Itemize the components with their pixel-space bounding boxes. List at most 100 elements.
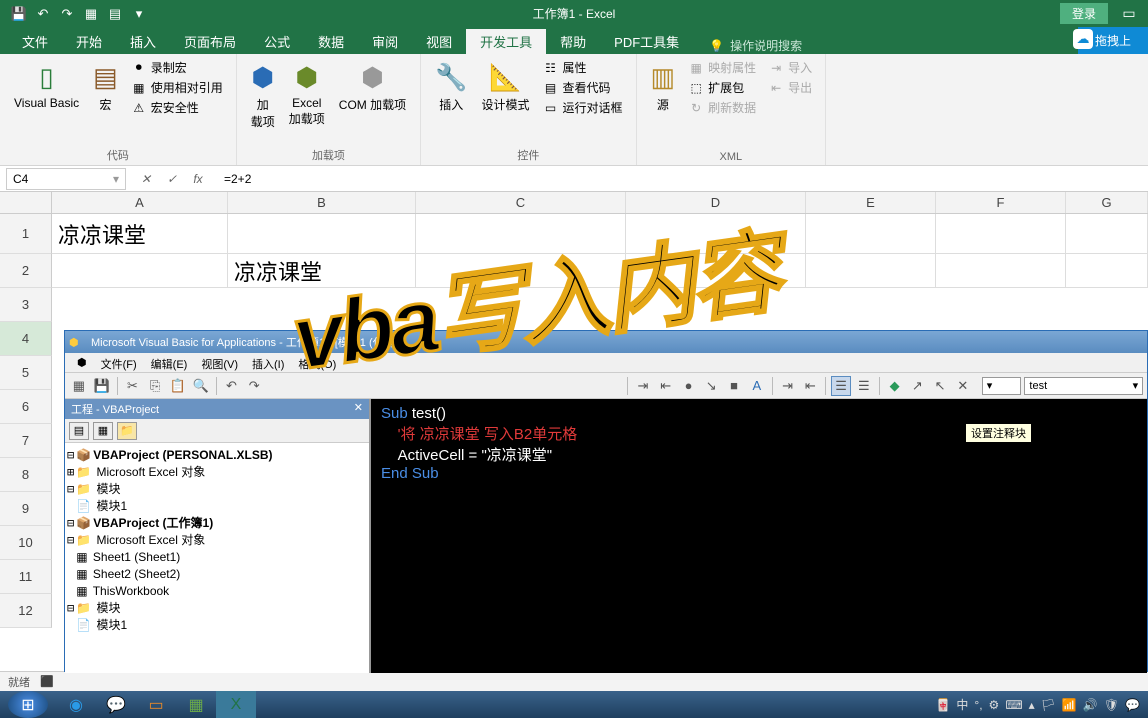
fx-icon[interactable]: fx [188, 172, 208, 186]
tab-formulas[interactable]: 公式 [250, 29, 304, 54]
properties-button[interactable]: ☷属性 [540, 58, 626, 77]
cell-G2[interactable] [1066, 254, 1148, 288]
tab-file[interactable]: 文件 [8, 29, 62, 54]
row-header-1[interactable]: 1 [0, 214, 52, 254]
vba-indent2-icon[interactable]: ⇥ [778, 376, 798, 396]
export-button[interactable]: ⇤导出 [765, 78, 815, 97]
tray-keyboard-icon[interactable]: ⌨ [1005, 696, 1022, 713]
vba-cut-icon[interactable]: ✂ [123, 376, 143, 396]
row-header-6[interactable]: 6 [0, 390, 52, 424]
vba-paste-icon[interactable]: 📋 [168, 376, 188, 396]
tab-insert[interactable]: 插入 [116, 29, 170, 54]
login-button[interactable]: 登录 [1060, 3, 1108, 24]
vba-step-icon[interactable]: ↘ [701, 376, 721, 396]
tray-icon-1[interactable]: 🀄 [935, 696, 950, 713]
visual-basic-button[interactable]: ▯ Visual Basic [10, 58, 83, 114]
tree-node[interactable]: 📄 模块1 [67, 617, 367, 634]
cell-E1[interactable] [806, 214, 936, 254]
cell-A2[interactable] [52, 254, 228, 288]
macro-security-button[interactable]: ⚠宏安全性 [128, 98, 226, 117]
row-header-2[interactable]: 2 [0, 254, 52, 288]
tab-layout[interactable]: 页面布局 [170, 29, 250, 54]
record-macro-button[interactable]: ⏺录制宏 [128, 58, 226, 77]
cell-F1[interactable] [936, 214, 1066, 254]
col-header-C[interactable]: C [416, 192, 626, 213]
vba-outdent-icon[interactable]: ⇤ [656, 376, 676, 396]
ribbon-options-icon[interactable]: ▭ [1114, 3, 1144, 25]
tray-ime-icon[interactable]: 中 [956, 696, 968, 713]
relative-ref-button[interactable]: ▦使用相对引用 [128, 78, 226, 97]
tree-node[interactable]: ⊟ 📁 模块 [67, 600, 367, 617]
cloud-icon[interactable]: ☁ [1073, 29, 1093, 49]
vba-bookmark-icon[interactable]: ◆ [885, 376, 905, 396]
vba-break-icon[interactable]: ● [679, 376, 699, 396]
tray-vol-icon[interactable]: 🔊 [1083, 696, 1098, 713]
tray-net-icon[interactable]: 📶 [1062, 696, 1077, 713]
row-header-7[interactable]: 7 [0, 424, 52, 458]
proj-view-code-icon[interactable]: ▤ [69, 422, 89, 440]
tray-shield-icon[interactable]: 🛡 [1104, 696, 1119, 713]
taskbar-app-2[interactable]: 💬 [96, 691, 136, 718]
vba-prev-bm-icon[interactable]: ↖ [930, 376, 950, 396]
cancel-formula-icon[interactable]: ✕ [136, 172, 156, 186]
vba-copy-icon[interactable]: ⎘ [145, 376, 165, 396]
vba-submenu-icon[interactable]: ⬢ [71, 355, 93, 370]
col-header-E[interactable]: E [806, 192, 936, 213]
vba-find-icon[interactable]: 🔍 [191, 376, 211, 396]
redo-icon[interactable]: ↷ [56, 3, 78, 25]
cell-A1[interactable]: 凉凉课堂 [52, 214, 228, 254]
vba-redo-icon[interactable]: ↷ [244, 376, 264, 396]
cell-D2[interactable] [626, 254, 806, 288]
run-dialog-button[interactable]: ▭运行对话框 [540, 98, 626, 117]
import-button[interactable]: ⇥导入 [765, 58, 815, 77]
row-header-4[interactable]: 4 [0, 322, 52, 356]
tree-node[interactable]: ▦ Sheet1 (Sheet1) [67, 549, 367, 566]
taskbar-app-3[interactable]: ▭ [136, 691, 176, 718]
vba-procedure-combo[interactable]: test▾ [1024, 377, 1143, 395]
formula-input[interactable] [218, 168, 1148, 190]
tree-node[interactable]: 📄 模块1 [67, 498, 367, 515]
row-header-3[interactable]: 3 [0, 288, 52, 322]
expand-button[interactable]: ⬚扩展包 [685, 78, 759, 97]
tab-developer[interactable]: 开发工具 [466, 29, 546, 54]
tell-me-search[interactable]: 💡 操作说明搜索 [693, 37, 802, 54]
taskbar-app-1[interactable]: ◉ [56, 691, 96, 718]
project-tree[interactable]: ⊟ 📦 VBAProject (PERSONAL.XLSB) ⊞ 📁 Micro… [65, 443, 369, 673]
macros-button[interactable]: ▤ 宏 [89, 58, 122, 117]
col-header-F[interactable]: F [936, 192, 1066, 213]
tree-node[interactable]: ⊟ 📁 Microsoft Excel 对象 [67, 532, 367, 549]
taskbar-excel[interactable]: X [216, 691, 256, 718]
row-header-9[interactable]: 9 [0, 492, 52, 526]
tray-msg-icon[interactable]: 💬 [1125, 696, 1140, 713]
tray-chevron-icon[interactable]: ▴ [1029, 696, 1035, 713]
vba-title-bar[interactable]: ⬢ Microsoft Visual Basic for Application… [65, 331, 1147, 353]
cell-C2[interactable] [416, 254, 626, 288]
start-button[interactable]: ⊞ [8, 691, 48, 718]
vba-object-combo[interactable]: ▾ [982, 377, 1022, 395]
vba-comment-icon[interactable]: ☰ [831, 376, 851, 396]
vba-undo-icon[interactable]: ↶ [222, 376, 242, 396]
row-header-8[interactable]: 8 [0, 458, 52, 492]
vba-next-bm-icon[interactable]: ↗ [907, 376, 927, 396]
vba-outdent2-icon[interactable]: ⇤ [800, 376, 820, 396]
tree-node[interactable]: ▦ ThisWorkbook [67, 583, 367, 600]
vba-indent-icon[interactable]: ⇥ [633, 376, 653, 396]
vba-menu-format[interactable]: 格式(O) [292, 355, 342, 370]
tab-home[interactable]: 开始 [62, 29, 116, 54]
vba-stop-icon[interactable]: ■ [724, 376, 744, 396]
proj-close-icon[interactable]: ✕ [354, 401, 363, 417]
row-header-12[interactable]: 12 [0, 594, 52, 628]
tab-pdf[interactable]: PDF工具集 [600, 29, 693, 54]
cell-F2[interactable] [936, 254, 1066, 288]
proj-view-obj-icon[interactable]: ▦ [93, 422, 113, 440]
tab-data[interactable]: 数据 [304, 29, 358, 54]
row-header-11[interactable]: 11 [0, 560, 52, 594]
row-header-10[interactable]: 10 [0, 526, 52, 560]
tree-node[interactable]: ▦ Sheet2 (Sheet2) [67, 566, 367, 583]
col-header-D[interactable]: D [626, 192, 806, 213]
map-prop-button[interactable]: ▦映射属性 [685, 58, 759, 77]
excel-addins-button[interactable]: ⬢Excel 加载项 [285, 58, 329, 131]
save-icon[interactable]: 💾 [8, 3, 30, 25]
cell-B1[interactable] [228, 214, 416, 254]
vba-menu-file[interactable]: 文件(F) [95, 355, 143, 370]
